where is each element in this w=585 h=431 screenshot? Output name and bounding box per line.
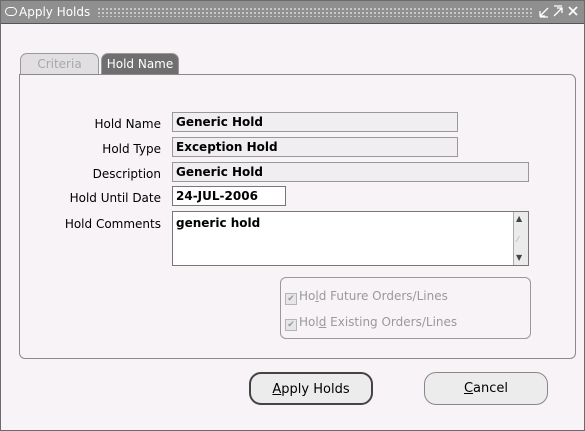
maximize-icon[interactable] bbox=[552, 5, 564, 18]
hold-type-label: Hold Type bbox=[102, 142, 161, 156]
checkbox-checked-icon: ✔ bbox=[285, 293, 297, 305]
hold-name-label: Hold Name bbox=[94, 117, 161, 131]
hold-name-field[interactable]: Generic Hold bbox=[172, 112, 458, 132]
scroll-down-icon[interactable]: ▼ bbox=[516, 254, 522, 262]
hold-comments-field[interactable]: generic hold ▲ ⁄ ▼ bbox=[172, 211, 529, 266]
checkbox-label-part: Existing Orders/Lines bbox=[326, 315, 458, 329]
window-title: Apply Holds bbox=[19, 5, 91, 19]
close-icon[interactable] bbox=[567, 5, 579, 18]
checkbox-label-part: d Future Orders/Lines bbox=[318, 289, 448, 303]
cancel-button[interactable]: Cancel bbox=[424, 372, 548, 405]
button-mnemonic: C bbox=[463, 381, 474, 396]
hold-comments-text: generic hold bbox=[176, 216, 261, 230]
hold-until-date-field[interactable]: 24-JUL-2006 bbox=[172, 186, 286, 206]
button-mnemonic: A bbox=[272, 382, 282, 397]
hold-future-orders-checkbox[interactable]: ✔ Hold Future Orders/Lines bbox=[285, 289, 448, 305]
title-bar[interactable]: Apply Holds bbox=[1, 1, 584, 24]
button-label: ancel bbox=[473, 381, 509, 396]
apply-holds-window: Apply Holds Criteria Hold Name Hold Name… bbox=[0, 0, 585, 431]
hold-existing-orders-checkbox[interactable]: ✔ Hold Existing Orders/Lines bbox=[285, 315, 457, 331]
tab-criteria[interactable]: Criteria bbox=[20, 53, 99, 75]
button-label: pply Holds bbox=[281, 382, 350, 397]
minimize-icon[interactable] bbox=[538, 5, 550, 18]
resize-grip-icon[interactable]: ⁄ bbox=[517, 236, 525, 244]
description-label: Description bbox=[92, 167, 161, 181]
hold-until-date-label: Hold Until Date bbox=[69, 191, 161, 205]
checkbox-checked-icon: ✔ bbox=[285, 319, 297, 331]
title-bar-texture bbox=[97, 7, 533, 17]
checkbox-label-part: Ho bbox=[299, 289, 316, 303]
description-field[interactable]: Generic Hold bbox=[172, 162, 529, 182]
tab-hold-name[interactable]: Hold Name bbox=[101, 53, 179, 75]
oval-window-icon bbox=[5, 7, 17, 16]
hold-comments-label: Hold Comments bbox=[64, 217, 161, 231]
apply-holds-button[interactable]: Apply Holds bbox=[249, 372, 373, 405]
hold-type-field[interactable]: Exception Hold bbox=[172, 137, 458, 157]
hold-options-group: ✔ Hold Future Orders/Lines ✔ Hold Existing… bbox=[280, 277, 531, 339]
scroll-up-icon[interactable]: ▲ bbox=[516, 215, 522, 223]
checkbox-label-part: Hol bbox=[299, 315, 319, 329]
comments-scrollbar[interactable]: ▲ ⁄ ▼ bbox=[513, 212, 528, 265]
